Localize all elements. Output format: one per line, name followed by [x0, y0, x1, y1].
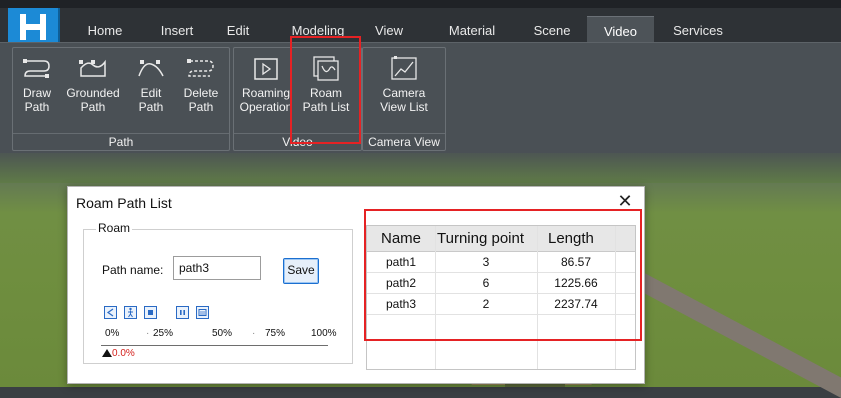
progress-value: 0.0% — [112, 348, 135, 359]
roaming-operation-button[interactable]: Roaming Operation — [236, 56, 296, 114]
grounded-path-label-1: Grounded — [66, 86, 120, 100]
camera-view-group: Camera View List Camera View — [362, 47, 446, 151]
path-group-label: Path — [13, 133, 229, 150]
ribbon-panel: Draw Path Grounded Path Edit Path Delete… — [0, 42, 841, 153]
delete-path-icon — [187, 59, 214, 77]
window-title-bar — [0, 0, 841, 8]
tick-dot: · — [252, 328, 256, 339]
roam-groupbox: Roam Path name: Save 0% · 25% 50% · 75% … — [83, 221, 353, 364]
tab-material[interactable]: Material — [440, 16, 504, 42]
person-walk-icon[interactable] — [124, 306, 137, 319]
tick-0: 0% — [105, 328, 120, 339]
tick-75: 75% — [265, 328, 286, 339]
roaming-operation-label-2: Operation — [239, 100, 293, 114]
save-button[interactable]: Save — [283, 258, 319, 284]
path-name-label: Path name: — [102, 263, 164, 277]
camera-view-list-button[interactable]: Camera View List — [369, 56, 439, 114]
draw-path-label-1: Draw — [22, 86, 51, 100]
highlight-roam-path-list-button — [290, 36, 361, 144]
roaming-operation-label-1: Roaming — [241, 86, 291, 100]
path-name-input[interactable] — [173, 256, 261, 280]
camera-view-list-icon — [391, 56, 417, 80]
camera-view-list-label-2: View List — [380, 100, 428, 114]
scene-horizon — [0, 153, 841, 183]
edit-path-button[interactable]: Edit Path — [129, 56, 173, 114]
draw-path-label-2: Path — [24, 100, 50, 114]
stop-icon[interactable] — [144, 306, 157, 319]
camera-view-group-label: Camera View — [363, 133, 445, 150]
edit-path-label-1: Edit — [140, 86, 162, 100]
tick-50: 50% — [212, 328, 233, 339]
ribbon-tab-bar: Home Insert Edit Modeling View Material … — [0, 8, 841, 48]
roam-group-legend: Roam — [96, 221, 133, 235]
highlight-path-table — [364, 209, 642, 341]
pause-icon[interactable] — [176, 306, 189, 319]
draw-path-button[interactable]: Draw Path — [17, 56, 57, 114]
tab-services[interactable]: Services — [666, 16, 730, 42]
delete-path-label-1: Delete — [183, 86, 219, 100]
camera-view-list-label-1: Camera — [382, 86, 426, 100]
progress-slider-thumb[interactable] — [102, 349, 112, 357]
path-group: Draw Path Grounded Path Edit Path Delete… — [12, 47, 230, 151]
progress-slider-track[interactable] — [101, 345, 328, 346]
grounded-path-button[interactable]: Grounded Path — [63, 56, 123, 114]
tab-view[interactable]: View — [366, 16, 412, 42]
close-icon[interactable]: ✕ — [616, 191, 634, 211]
grounded-path-icon — [79, 59, 106, 77]
delete-path-label-2: Path — [188, 100, 214, 114]
rewind-icon[interactable] — [104, 306, 117, 319]
edit-path-icon — [138, 60, 164, 77]
settings-panel-icon[interactable] — [196, 306, 209, 319]
tick-dot: · — [146, 328, 150, 339]
tick-100: 100% — [311, 328, 337, 339]
tab-video[interactable]: Video — [587, 16, 654, 43]
tab-insert[interactable]: Insert — [150, 16, 204, 42]
roaming-operation-icon — [254, 58, 278, 80]
grounded-path-label-2: Path — [80, 100, 106, 114]
edit-path-label-2: Path — [138, 100, 164, 114]
tick-25: 25% — [153, 328, 174, 339]
draw-path-icon — [23, 59, 50, 78]
tab-home[interactable]: Home — [78, 16, 132, 42]
delete-path-button[interactable]: Delete Path — [177, 56, 225, 114]
tab-scene[interactable]: Scene — [527, 16, 577, 42]
tab-edit[interactable]: Edit — [218, 16, 258, 42]
dialog-title: Roam Path List — [76, 195, 172, 211]
